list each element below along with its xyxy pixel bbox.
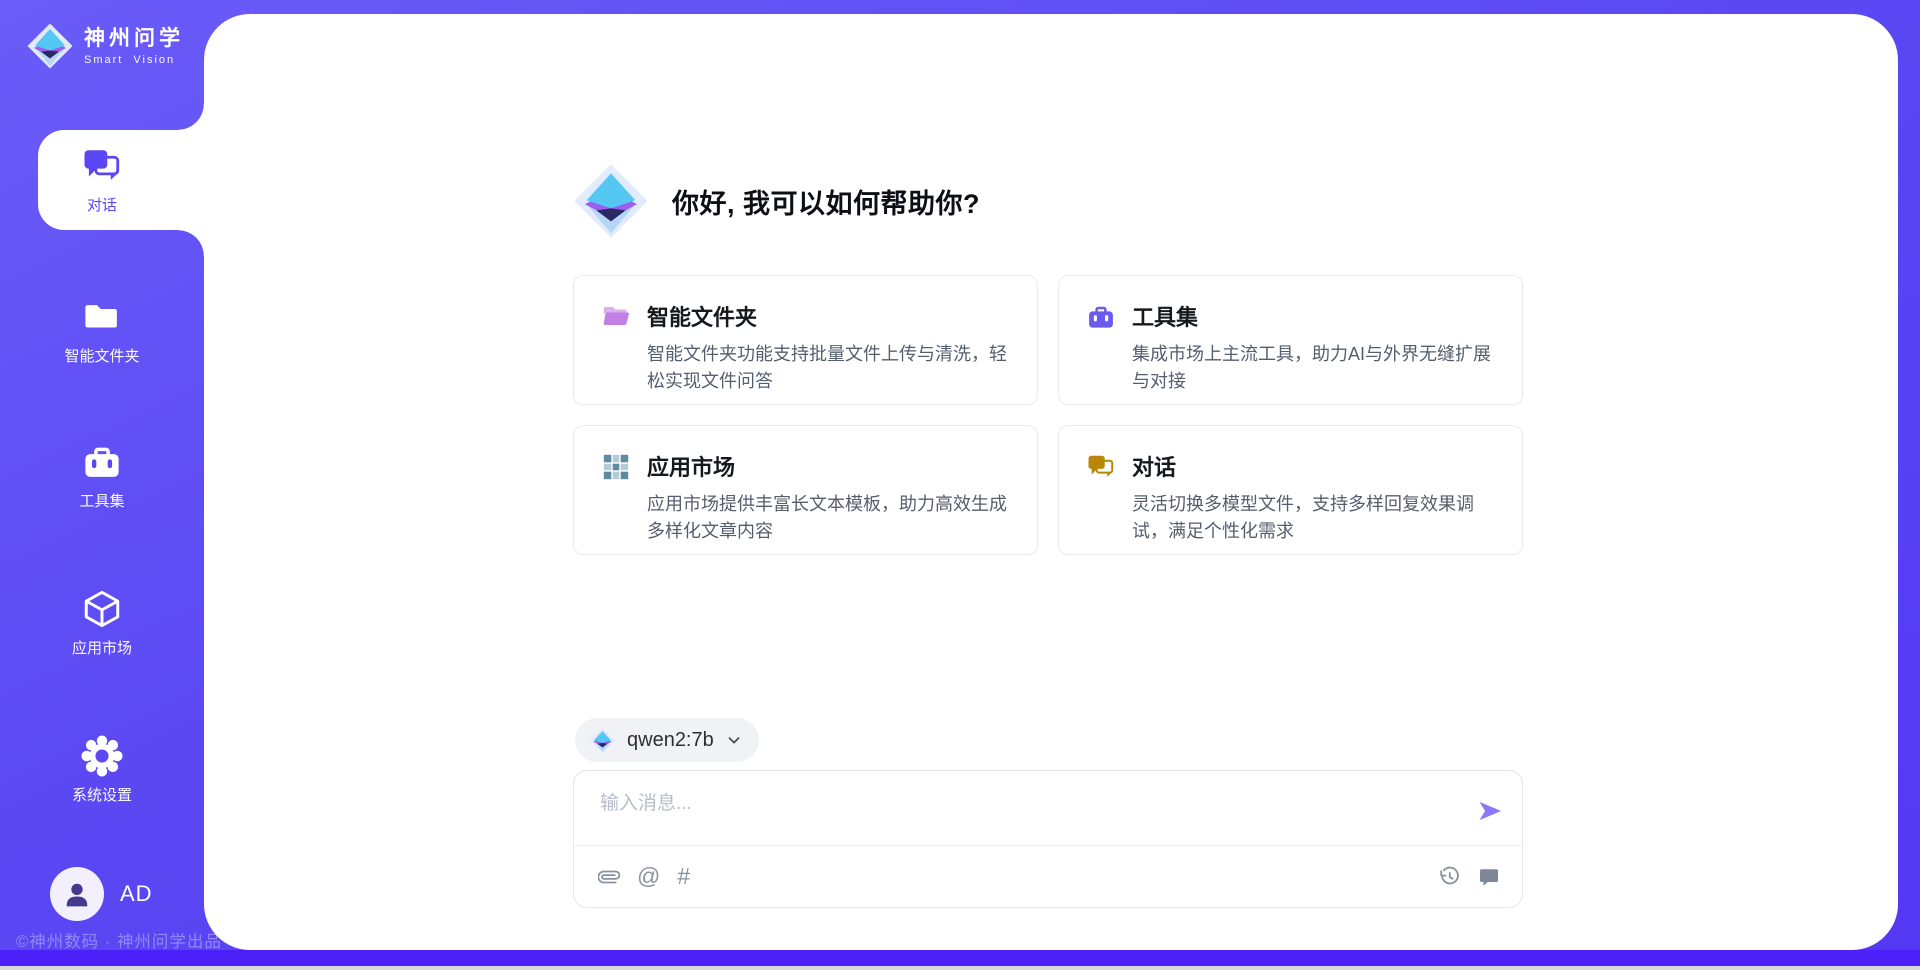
chevron-down-icon [725, 731, 743, 749]
card-body: 应用市场 应用市场提供丰富长文本模板，助力高效生成多样化文章内容 [647, 450, 1011, 554]
greeting-block: 你好, 我可以如何帮助你? [572, 162, 980, 240]
main-content: 你好, 我可以如何帮助你? 智能文件夹 智能文件夹功能支持批量文件上传与清洗，轻… [204, 14, 1898, 950]
toolbox-icon [81, 441, 123, 483]
at-icon[interactable]: @ [637, 865, 660, 888]
sidebar-item-label: 系统设置 [72, 784, 132, 805]
card-description: 灵活切换多模型文件，支持多样回复效果调试，满足个性化需求 [1132, 491, 1496, 545]
person-icon [60, 877, 94, 911]
avatar [50, 867, 104, 921]
card-body: 对话 灵活切换多模型文件，支持多样回复效果调试，满足个性化需求 [1132, 450, 1496, 554]
card-body: 智能文件夹 智能文件夹功能支持批量文件上传与清洗，轻松实现文件问答 [647, 300, 1011, 404]
grid-icon [601, 452, 631, 482]
gear-icon [81, 735, 123, 777]
message-composer: @ # [573, 770, 1523, 908]
composer-toolbar: @ # [574, 846, 1522, 907]
card-title: 智能文件夹 [647, 300, 1011, 332]
folder-icon [81, 296, 123, 338]
folder-open-icon [601, 302, 631, 332]
gem-diamond-icon [589, 727, 616, 754]
copyright: ©神州数码 · 神州问学出品 [16, 928, 222, 952]
cube-icon [81, 588, 123, 630]
bottom-strip [0, 950, 1920, 966]
card-title: 应用市场 [647, 450, 1011, 482]
comment-icon[interactable] [1478, 866, 1500, 888]
toolbox-icon [1086, 302, 1116, 332]
paperclip-icon[interactable] [598, 866, 620, 888]
hash-icon[interactable]: # [677, 865, 690, 888]
greeting-title: 你好, 我可以如何帮助你? [672, 182, 980, 221]
sidebar-item-label: 工具集 [79, 490, 124, 511]
send-arrow-icon[interactable] [1476, 797, 1504, 825]
card-title: 对话 [1132, 450, 1496, 482]
composer-tools-left: @ # [598, 865, 690, 888]
user-profile[interactable]: AD [50, 867, 153, 921]
history-icon[interactable] [1438, 865, 1461, 888]
card-description: 集成市场上主流工具，助力AI与外界无缝扩展与对接 [1132, 341, 1496, 395]
bottom-baseline [0, 966, 1920, 970]
sidebar-item-label: 智能文件夹 [64, 345, 139, 366]
sidebar-item-app-market[interactable]: 应用市场 [0, 588, 204, 658]
card-app-market[interactable]: 应用市场 应用市场提供丰富长文本模板，助力高效生成多样化文章内容 [573, 425, 1038, 555]
sidebar-item-toolset[interactable]: 工具集 [0, 441, 204, 511]
model-name: qwen2:7b [627, 729, 714, 752]
sidebar-item-chat[interactable]: 对话 [38, 130, 204, 230]
model-selector[interactable]: qwen2:7b [575, 718, 759, 762]
card-body: 工具集 集成市场上主流工具，助力AI与外界无缝扩展与对接 [1132, 300, 1496, 404]
card-chat[interactable]: 对话 灵活切换多模型文件，支持多样回复效果调试，满足个性化需求 [1058, 425, 1523, 555]
feature-cards: 智能文件夹 智能文件夹功能支持批量文件上传与清洗，轻松实现文件问答 工具集 集成… [573, 275, 1523, 555]
sidebar: 神州问学 Smart Vision 对话 智能文件夹 工具集 应用市场 [0, 0, 204, 970]
chat-bubbles-icon [1086, 452, 1116, 482]
sidebar-item-settings[interactable]: 系统设置 [0, 735, 204, 805]
brand-text: 神州问学 Smart Vision [84, 26, 184, 66]
brand-tagline: Smart Vision [84, 54, 184, 66]
gem-diamond-icon [572, 162, 650, 240]
user-name: AD [120, 881, 153, 907]
chat-bubbles-icon [81, 145, 123, 187]
brand: 神州问学 Smart Vision [26, 22, 184, 70]
composer-tools-right [1438, 865, 1500, 888]
sidebar-item-label: 对话 [87, 194, 117, 215]
card-toolset[interactable]: 工具集 集成市场上主流工具，助力AI与外界无缝扩展与对接 [1058, 275, 1523, 405]
card-title: 工具集 [1132, 300, 1496, 332]
message-input[interactable] [600, 787, 1452, 821]
card-smart-folder[interactable]: 智能文件夹 智能文件夹功能支持批量文件上传与清洗，轻松实现文件问答 [573, 275, 1038, 405]
card-description: 应用市场提供丰富长文本模板，助力高效生成多样化文章内容 [647, 491, 1011, 545]
sidebar-item-smart-folder[interactable]: 智能文件夹 [0, 296, 204, 366]
brand-name: 神州问学 [84, 26, 184, 52]
sidebar-item-label: 应用市场 [72, 637, 132, 658]
brand-gem-diamond-icon [26, 22, 74, 70]
card-description: 智能文件夹功能支持批量文件上传与清洗，轻松实现文件问答 [647, 341, 1011, 395]
